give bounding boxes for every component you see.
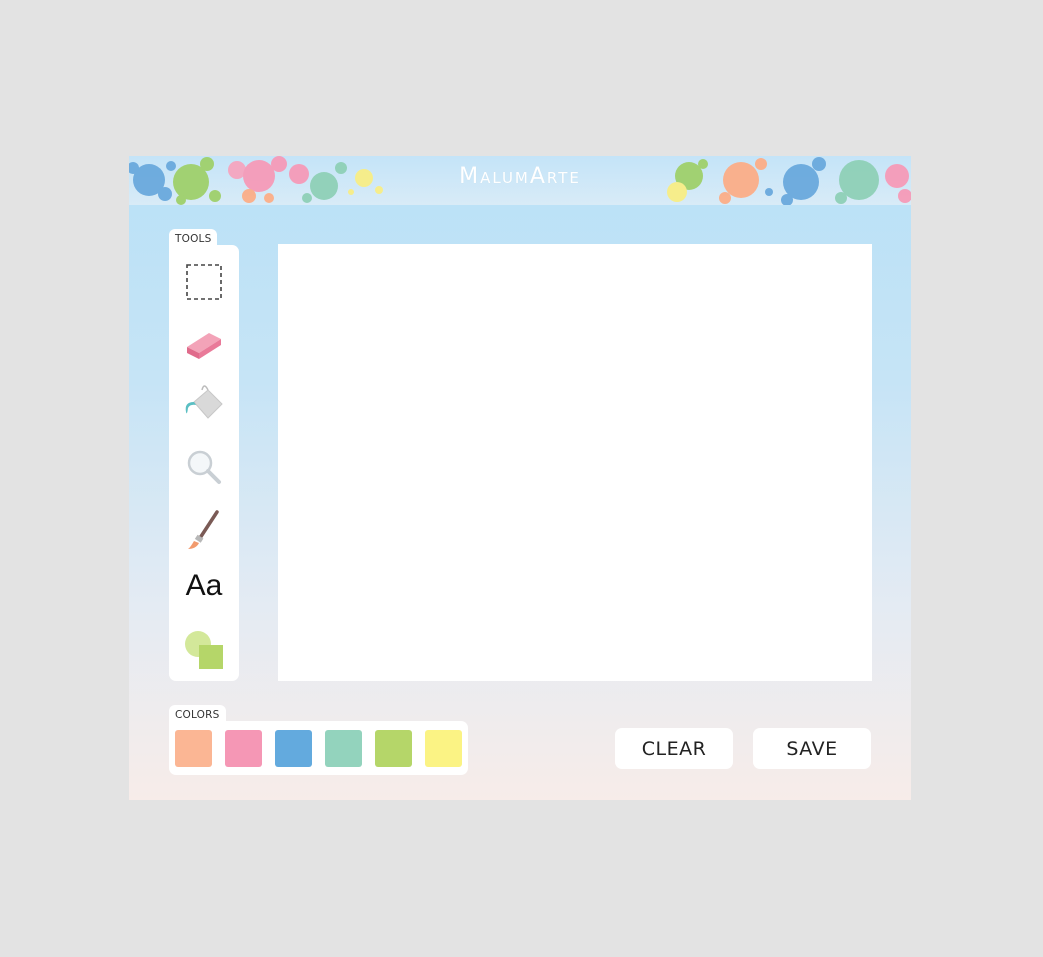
app-window: MalumArte TOOLS Aa COLORS CLEAR SAVE xyxy=(129,156,911,800)
shapes-icon xyxy=(185,631,223,669)
color-swatch-blue[interactable] xyxy=(275,730,312,767)
app-title: MalumArte xyxy=(459,164,581,189)
color-swatch-pink[interactable] xyxy=(225,730,262,767)
color-swatch-peach[interactable] xyxy=(175,730,212,767)
color-swatch-green[interactable] xyxy=(375,730,412,767)
drawing-canvas[interactable] xyxy=(278,244,872,681)
fill-tool[interactable] xyxy=(181,380,227,426)
save-button[interactable]: SAVE xyxy=(753,728,871,769)
zoom-tool[interactable] xyxy=(181,444,227,490)
paintbrush-icon xyxy=(188,510,219,549)
paint-bucket-icon xyxy=(185,385,223,419)
brush-tool[interactable] xyxy=(181,506,227,552)
colors-panel xyxy=(169,721,468,775)
dashed-select-icon xyxy=(186,264,222,300)
tools-panel: Aa xyxy=(169,245,239,681)
select-tool[interactable] xyxy=(181,259,227,305)
clear-button[interactable]: CLEAR xyxy=(615,728,733,769)
eraser-tool[interactable] xyxy=(181,318,227,364)
eraser-icon xyxy=(187,333,221,359)
color-swatch-mint[interactable] xyxy=(325,730,362,767)
app-header: MalumArte xyxy=(129,156,911,205)
shapes-tool[interactable] xyxy=(181,626,227,672)
color-swatch-yellow[interactable] xyxy=(425,730,462,767)
magnifier-icon xyxy=(187,450,221,484)
text-tool[interactable]: Aa xyxy=(181,563,227,609)
